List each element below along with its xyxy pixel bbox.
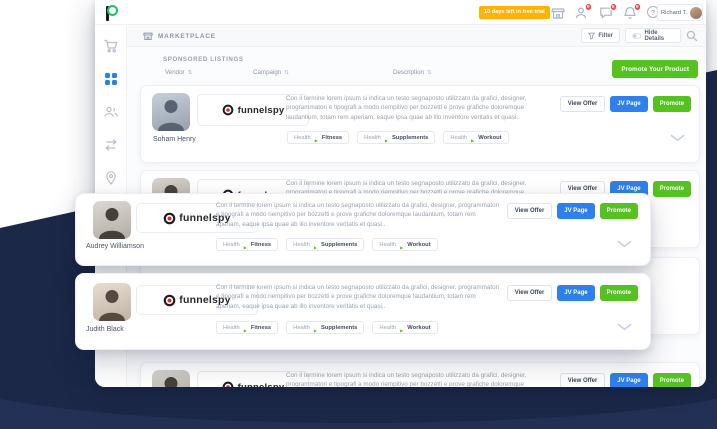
category-tag[interactable]: HealthWorkout: [372, 236, 438, 254]
messages-count-badge: 6: [609, 3, 617, 11]
tag-arrow-icon: [244, 236, 247, 254]
category-tag[interactable]: HealthWorkout: [372, 319, 438, 337]
listing-description: Con il termine lorem ipsum si indica un …: [286, 95, 527, 121]
listing-card[interactable]: funnelspy Con il termine lorem ipsum si …: [140, 362, 700, 387]
chevron-down-icon[interactable]: [617, 323, 632, 331]
listing-card[interactable]: funnelspy Con il termine lorem ipsum si …: [140, 85, 700, 163]
pin-icon[interactable]: [103, 170, 119, 186]
vendor-name: Judith Black: [86, 326, 124, 333]
column-header-vendor[interactable]: Vendor: [165, 69, 192, 76]
vendor-avatar: [93, 201, 131, 239]
vendor-name: Soham Henry: [153, 136, 196, 143]
trial-badge: 10 days left in free trial: [479, 6, 550, 19]
users-header-icon[interactable]: 9: [574, 3, 592, 20]
tag-arrow-icon: [314, 319, 317, 337]
users-count-badge: 9: [584, 3, 592, 11]
cart-icon[interactable]: [103, 38, 119, 54]
jv-page-button[interactable]: JV Page: [610, 96, 648, 112]
view-offer-button[interactable]: View Offer: [559, 96, 606, 112]
category-tags: HealthFitness HealthSupplements HealthWo…: [287, 131, 509, 144]
app-logo[interactable]: [104, 4, 120, 21]
logo-shape: [107, 5, 118, 16]
vendor-avatar: [152, 93, 190, 131]
dots-menu-icon[interactable]: [705, 9, 706, 17]
tag-arrow-icon: [471, 129, 474, 147]
listing-description: Con il termine lorem ipsum si indica un …: [216, 284, 500, 310]
jv-page-button[interactable]: JV Page: [610, 373, 648, 387]
listing-actions: View Offer JV Page Promote: [506, 285, 638, 301]
vendor-avatar: [152, 370, 190, 387]
alerts-count-badge: 9: [633, 3, 641, 11]
listing-card-zoomed[interactable]: funnelspy Con il termine lorem ipsum si …: [75, 193, 651, 266]
filter-icon: [588, 32, 596, 40]
toolbar: MARKETPLACE Filter Hide Details: [127, 25, 706, 47]
tag-arrow-icon: [400, 236, 403, 254]
listing-actions: View Offer JV Page Promote: [559, 96, 691, 112]
jv-page-button[interactable]: JV Page: [557, 203, 595, 219]
promote-button[interactable]: Promote: [652, 181, 691, 197]
promote-button[interactable]: Promote: [599, 285, 638, 301]
view-offer-button[interactable]: View Offer: [506, 203, 553, 219]
funnelspy-eye-icon: [163, 212, 176, 225]
category-tags: HealthFitness HealthSupplements HealthWo…: [216, 321, 438, 334]
toolbar-actions: Filter Hide Details: [581, 28, 698, 43]
column-header-campaign[interactable]: Campaign: [253, 69, 289, 76]
store-icon[interactable]: [551, 6, 565, 20]
marketing-backdrop: 10 days left in free trial 9 6 9 ? Richa…: [0, 0, 717, 429]
bell-icon[interactable]: 9: [623, 3, 641, 20]
hide-details-toggle[interactable]: Hide Details: [625, 28, 681, 43]
sort-icon: [284, 69, 289, 76]
listing-card-zoomed[interactable]: funnelspy Con il termine lorem ipsum si …: [75, 273, 651, 350]
swap-arrows-icon[interactable]: [103, 137, 119, 153]
store-icon: [143, 32, 153, 41]
promote-button[interactable]: Promote: [599, 203, 638, 219]
promote-button[interactable]: Promote: [652, 373, 691, 387]
jv-page-button[interactable]: JV Page: [557, 285, 595, 301]
view-offer-button[interactable]: View Offer: [506, 285, 553, 301]
tag-arrow-icon: [315, 129, 318, 147]
page-title: MARKETPLACE: [143, 31, 216, 41]
chevron-down-icon[interactable]: [617, 240, 632, 248]
marketplace-apps-icon[interactable]: [103, 71, 119, 87]
category-tag[interactable]: HealthWorkout: [443, 129, 509, 147]
section-title: SPONSORED LISTINGS: [163, 56, 244, 63]
listing-actions: View Offer JV Page Promote: [559, 373, 691, 387]
category-tag[interactable]: HealthFitness: [216, 236, 279, 254]
toggle-icon: [632, 32, 642, 39]
category-tag[interactable]: HealthSupplements: [286, 319, 365, 337]
listing-description: Con il termine lorem ipsum si indica un …: [286, 372, 527, 387]
tag-arrow-icon: [314, 236, 317, 254]
funnelspy-eye-icon: [222, 104, 234, 116]
category-tag[interactable]: HealthSupplements: [286, 236, 365, 254]
funnelspy-eye-icon: [222, 381, 234, 387]
chat-icon[interactable]: 6: [599, 3, 617, 20]
sort-icon: [427, 69, 432, 76]
user-avatar: [690, 6, 702, 19]
app-header: 10 days left in free trial 9 6 9 ? Richa…: [95, 0, 706, 25]
view-offer-button[interactable]: View Offer: [559, 373, 606, 387]
funnelspy-eye-icon: [163, 294, 176, 307]
users-icon[interactable]: [103, 104, 119, 120]
promote-button[interactable]: Promote: [652, 96, 691, 112]
user-menu[interactable]: Richard T.: [657, 4, 703, 21]
sort-icon: [188, 69, 193, 76]
vendor-avatar: [93, 283, 131, 321]
category-tag[interactable]: HealthFitness: [216, 319, 279, 337]
filter-button[interactable]: Filter: [581, 28, 620, 43]
promote-your-product-button[interactable]: Promote Your Product: [612, 60, 698, 78]
tag-arrow-icon: [244, 319, 247, 337]
user-name: Richard T.: [661, 9, 687, 16]
search-icon[interactable]: [686, 30, 698, 42]
listing-actions: View Offer JV Page Promote: [506, 203, 638, 219]
category-tag[interactable]: HealthFitness: [287, 129, 350, 147]
tag-arrow-icon: [385, 129, 388, 147]
tag-arrow-icon: [400, 319, 403, 337]
column-header-description[interactable]: Description: [393, 69, 432, 76]
listing-description: Con il termine lorem ipsum si indica un …: [216, 202, 500, 228]
category-tags: HealthFitness HealthSupplements HealthWo…: [216, 238, 438, 251]
vendor-name: Audrey Williamson: [86, 243, 144, 250]
chevron-down-icon[interactable]: [670, 134, 685, 142]
category-tag[interactable]: HealthSupplements: [357, 129, 436, 147]
